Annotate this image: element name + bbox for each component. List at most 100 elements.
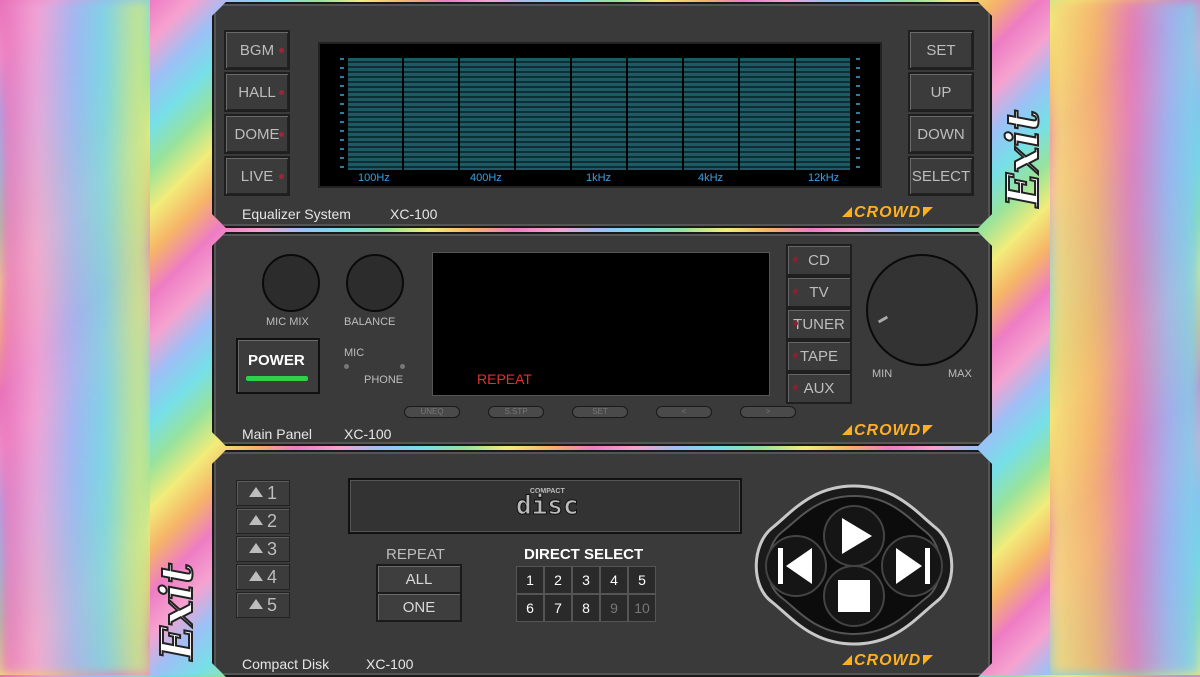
eq-mode-bgm-button[interactable]: BGM xyxy=(224,30,290,70)
led-indicator xyxy=(279,174,284,179)
source-tv-button[interactable]: TV xyxy=(786,276,852,308)
eq-down-button[interactable]: DOWN xyxy=(908,114,974,154)
eq-freq-label: 12kHz xyxy=(808,172,840,184)
eq-mode-live-button[interactable]: LIVE xyxy=(224,156,290,196)
eq-band xyxy=(796,58,850,170)
next-track-button[interactable] xyxy=(882,536,942,596)
main-display: REPEAT xyxy=(432,252,770,396)
stop-button[interactable] xyxy=(824,566,884,626)
eject-icon xyxy=(249,599,263,609)
eq-mode-hall-button[interactable]: HALL xyxy=(224,72,290,112)
stereo-stage: Exit Exit BGM HALL DOME LIVE 100Hz 400Hz… xyxy=(150,0,1050,675)
background-left xyxy=(0,0,150,675)
eject-icon xyxy=(249,515,263,525)
panel-title: Compact Disk xyxy=(242,656,330,672)
balance-knob[interactable] xyxy=(346,254,404,312)
panel-model: XC-100 xyxy=(366,656,414,672)
eq-scale-right xyxy=(856,58,860,168)
source-label: TUNER xyxy=(793,315,845,333)
eject-button-4[interactable]: 4 xyxy=(236,564,290,590)
eq-freq-label: 400Hz xyxy=(470,172,502,184)
main-panel: MIC MIX BALANCE POWER MIC PHONE REPEAT U… xyxy=(212,232,992,446)
previous-track-button[interactable] xyxy=(766,536,826,596)
source-cd-button[interactable]: CD xyxy=(786,244,852,276)
track-9-button[interactable]: 9 xyxy=(600,594,628,622)
track-6-button[interactable]: 6 xyxy=(516,594,544,622)
volume-max-label: MAX xyxy=(948,368,972,380)
volume-min-label: MIN xyxy=(872,368,893,380)
panel-model: XC-100 xyxy=(344,426,392,442)
eq-scale-left xyxy=(340,58,344,168)
brand-logo: CROWD xyxy=(842,652,933,670)
brand-triangle-icon xyxy=(923,425,933,435)
brand-triangle-icon xyxy=(842,207,852,217)
led-indicator xyxy=(279,132,284,137)
equalizer-panel: BGM HALL DOME LIVE 100Hz 400Hz 1kHz 4kHz… xyxy=(212,2,992,228)
eject-icon xyxy=(249,571,263,581)
source-label: TAPE xyxy=(799,347,839,365)
knob-label: MIC MIX xyxy=(266,316,309,328)
compact-disc-logo: COMPACT disc xyxy=(516,488,579,521)
source-tuner-button[interactable]: TUNER xyxy=(786,308,852,340)
eq-band xyxy=(740,58,794,170)
eq-up-button[interactable]: UP xyxy=(908,72,974,112)
function-button-2[interactable]: S.STP xyxy=(488,406,544,418)
repeat-all-button[interactable]: ALL xyxy=(376,564,462,594)
play-button[interactable] xyxy=(824,506,884,566)
repeat-one-button[interactable]: ONE xyxy=(376,592,462,622)
exit-button-bottom[interactable]: Exit xyxy=(151,562,204,661)
eq-freq-label: 1kHz xyxy=(586,172,612,184)
background-right xyxy=(1050,0,1200,675)
eject-button-1[interactable]: 1 xyxy=(236,480,290,506)
source-tape-button[interactable]: TAPE xyxy=(786,340,852,372)
eq-mode-label: LIVE xyxy=(240,167,274,185)
mic-jack-label: MIC xyxy=(344,347,365,359)
eq-band xyxy=(628,58,682,170)
eq-band xyxy=(684,58,738,170)
power-button[interactable]: POWER xyxy=(236,338,320,394)
panel-title: Equalizer System xyxy=(242,206,351,222)
function-button-3[interactable]: SET xyxy=(572,406,628,418)
track-5-button[interactable]: 5 xyxy=(628,566,656,594)
eq-band xyxy=(572,58,626,170)
track-7-button[interactable]: 7 xyxy=(544,594,572,622)
eq-mode-label: BGM xyxy=(239,41,275,59)
led-indicator xyxy=(279,90,284,95)
track-10-button[interactable]: 10 xyxy=(628,594,656,622)
brand-triangle-icon xyxy=(842,425,852,435)
track-3-button[interactable]: 3 xyxy=(572,566,600,594)
source-aux-button[interactable]: AUX xyxy=(786,372,852,404)
eq-set-button[interactable]: SET xyxy=(908,30,974,70)
eq-band xyxy=(516,58,570,170)
brand-triangle-icon xyxy=(842,655,852,665)
power-label: POWER xyxy=(248,352,305,369)
volume-knob[interactable] xyxy=(866,254,978,366)
brand-logo: CROWD xyxy=(842,422,933,440)
mic-jack xyxy=(344,364,349,369)
function-button-1[interactable]: UNEQ xyxy=(404,406,460,418)
function-button-4[interactable]: < xyxy=(656,406,712,418)
phone-jack xyxy=(400,364,405,369)
function-button-5[interactable]: > xyxy=(740,406,796,418)
eject-button-5[interactable]: 5 xyxy=(236,592,290,618)
direct-select-title: DIRECT SELECT xyxy=(524,546,644,563)
exit-button-top[interactable]: Exit xyxy=(997,109,1050,208)
mic-mix-knob[interactable] xyxy=(262,254,320,312)
source-label: CD xyxy=(808,251,830,269)
eject-button-2[interactable]: 2 xyxy=(236,508,290,534)
track-2-button[interactable]: 2 xyxy=(544,566,572,594)
disc-tray: COMPACT disc xyxy=(348,478,742,534)
track-4-button[interactable]: 4 xyxy=(600,566,628,594)
knob-label: BALANCE xyxy=(344,316,396,328)
eq-mode-label: HALL xyxy=(238,83,276,101)
eq-freq-label: 100Hz xyxy=(358,172,390,184)
brand-logo: CROWD xyxy=(842,204,933,222)
track-8-button[interactable]: 8 xyxy=(572,594,600,622)
eq-select-button[interactable]: SELECT xyxy=(908,156,974,196)
eject-button-3[interactable]: 3 xyxy=(236,536,290,562)
led-indicator xyxy=(793,289,798,294)
eq-mode-dome-button[interactable]: DOME xyxy=(224,114,290,154)
track-1-button[interactable]: 1 xyxy=(516,566,544,594)
source-label: AUX xyxy=(803,379,835,397)
eject-icon xyxy=(249,543,263,553)
